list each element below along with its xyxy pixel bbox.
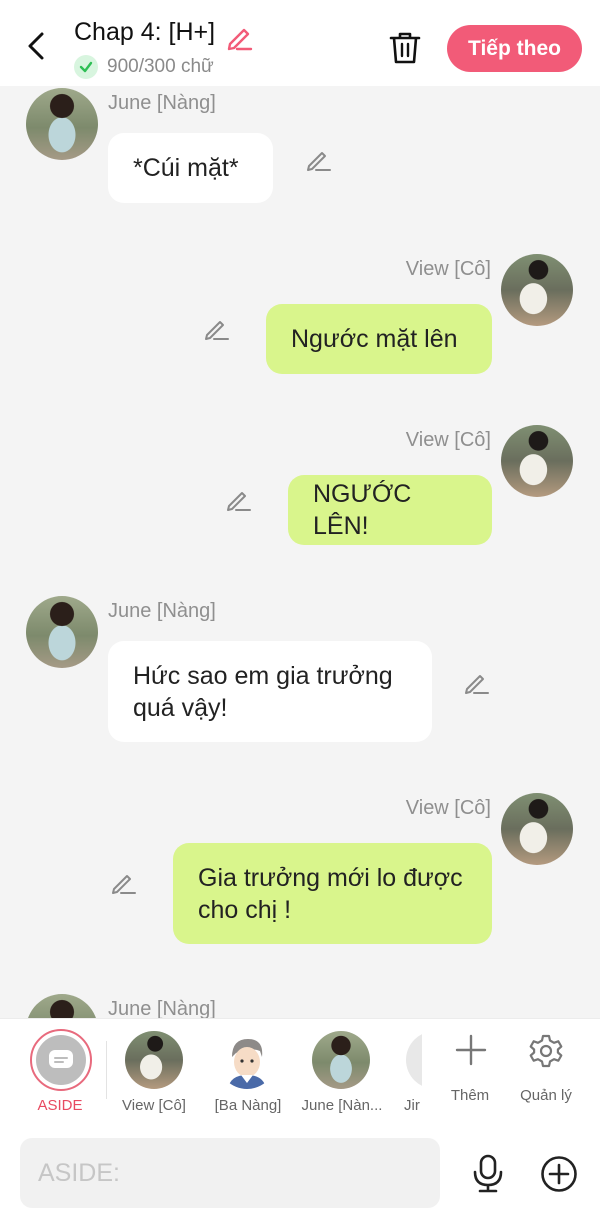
message-bubble[interactable]: Ngước mặt lên	[266, 304, 492, 374]
character-label: ASIDE	[37, 1097, 83, 1114]
avatar[interactable]	[26, 994, 98, 1018]
edit-message-button[interactable]	[304, 146, 332, 174]
character-aside[interactable]: ASIDE	[0, 1019, 106, 1127]
gear-icon	[529, 1034, 563, 1068]
message-input[interactable]	[20, 1138, 440, 1208]
pencil-icon	[227, 28, 253, 51]
avatar	[406, 1031, 422, 1089]
pencil-icon	[205, 321, 229, 340]
sender-name: View [Cô]	[405, 797, 491, 819]
pencil-icon	[465, 675, 489, 694]
edit-message-button[interactable]	[462, 669, 490, 697]
top-header: Chap 4: [H+] 900/300 chữ Tiếp theo	[0, 0, 600, 86]
voice-button[interactable]	[470, 1154, 506, 1194]
sender-name: View [Cô]	[405, 258, 491, 280]
chapter-title: Chap 4: [H+]	[74, 18, 216, 46]
divider	[106, 1041, 107, 1099]
pencil-icon	[307, 152, 331, 171]
next-button[interactable]: Tiếp theo	[447, 25, 582, 72]
edit-message-button[interactable]	[109, 869, 137, 897]
character-jir[interactable]: Jir	[396, 1019, 422, 1127]
sender-name: June [Nàng]	[108, 92, 216, 114]
avatar[interactable]	[501, 425, 573, 497]
sender-name: June [Nàng]	[108, 600, 216, 622]
message-bubble[interactable]: Hức sao em gia trưởng quá vậy!	[108, 641, 432, 742]
add-button[interactable]	[540, 1155, 578, 1193]
character-label: View [Cô]	[122, 1097, 186, 1114]
add-label: Thêm	[450, 1087, 490, 1104]
avatar	[312, 1031, 370, 1089]
message-bubble[interactable]: Gia trưởng mới lo được cho chị !	[173, 843, 492, 944]
character-view[interactable]: View [Cô]	[112, 1019, 196, 1127]
avatar[interactable]	[501, 793, 573, 865]
input-bar	[0, 1126, 600, 1218]
delete-button[interactable]	[388, 30, 422, 66]
aside-avatar	[30, 1029, 92, 1091]
plus-icon	[455, 1034, 487, 1066]
manage-button[interactable]: Quản lý	[512, 1019, 580, 1127]
add-character-button[interactable]: Thêm	[440, 1019, 500, 1127]
word-count-text: 900/300 chữ	[107, 56, 214, 77]
sender-name: June [Nàng]	[108, 998, 216, 1018]
edit-message-button[interactable]	[224, 486, 252, 514]
character-label: [Ba Nàng]	[214, 1097, 282, 1114]
character-bar: ASIDE View [Cô] [Ba Nàng] June [Nàn... J…	[0, 1018, 600, 1127]
manage-label: Quản lý	[520, 1087, 572, 1104]
avatar[interactable]	[26, 596, 98, 668]
edit-title-button[interactable]	[224, 22, 254, 52]
edit-message-button[interactable]	[202, 315, 230, 343]
microphone-icon	[473, 1154, 503, 1193]
chat-area[interactable]: June [Nàng] *Cúi mặt* View [Cô] Ngước mặ…	[0, 86, 600, 1018]
word-count: 900/300 chữ	[74, 54, 214, 80]
character-ba-nang[interactable]: [Ba Nàng]	[204, 1019, 290, 1127]
message-bubble[interactable]: NGƯỚC LÊN!	[288, 475, 492, 545]
pencil-icon	[227, 492, 251, 511]
message-bubble[interactable]: *Cúi mặt*	[108, 133, 273, 203]
back-arrow-icon	[28, 32, 44, 60]
pencil-icon	[112, 875, 136, 894]
back-button[interactable]	[20, 26, 54, 66]
avatar	[218, 1031, 276, 1089]
character-label: June [Nàn...	[301, 1097, 383, 1114]
sender-name: View [Cô]	[405, 429, 491, 451]
trash-icon	[389, 32, 421, 64]
avatar[interactable]	[501, 254, 573, 326]
add-circle-icon	[541, 1156, 577, 1192]
character-june[interactable]: June [Nàn...	[298, 1019, 388, 1127]
avatar[interactable]	[26, 88, 98, 160]
character-label: Jir	[404, 1097, 420, 1114]
avatar	[125, 1031, 183, 1089]
check-icon	[74, 55, 98, 79]
message-icon	[49, 1050, 73, 1068]
